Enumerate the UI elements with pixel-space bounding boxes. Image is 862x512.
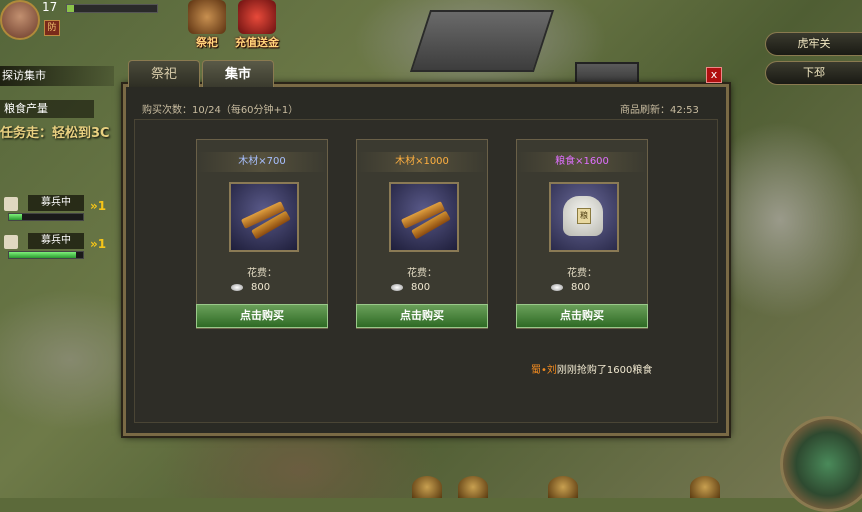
player-level: 17 bbox=[42, 0, 58, 14]
cost-value: 800 bbox=[251, 282, 271, 293]
buy-button[interactable]: 点击购买 bbox=[516, 304, 648, 328]
recruit-progress-bar bbox=[8, 251, 84, 259]
location-button-hulao[interactable]: 虎牢关 bbox=[765, 32, 862, 56]
silver-icon bbox=[231, 283, 243, 291]
cost-label: 花费： bbox=[247, 268, 277, 279]
item-cost: 800 bbox=[391, 282, 430, 293]
coin-icon[interactable] bbox=[412, 476, 442, 498]
item-cost: 800 bbox=[551, 282, 590, 293]
recharge-gift-label: 充值送金 bbox=[235, 36, 279, 49]
experience-bar bbox=[66, 4, 158, 13]
tab-sacrifice[interactable]: 祭祀 bbox=[128, 60, 200, 87]
grain-sack-icon[interactable]: 粮 bbox=[549, 182, 619, 252]
speed-up-count: 1 bbox=[97, 237, 107, 251]
cost-label: 花费： bbox=[567, 268, 597, 279]
news-player: 蜀•刘 bbox=[531, 365, 557, 376]
item-name: 粮食×1600 bbox=[517, 152, 647, 172]
armor-icon[interactable] bbox=[690, 476, 720, 498]
production-label[interactable]: 粮食产量 bbox=[0, 100, 94, 118]
speed-up-arrow[interactable]: »1 bbox=[90, 199, 106, 213]
purchase-count: 购买次数：10/24（每60分钟+1） bbox=[142, 105, 299, 116]
close-button[interactable]: x bbox=[706, 67, 722, 83]
recharge-gift-button[interactable]: 充值送金 bbox=[234, 0, 280, 50]
cost-value: 800 bbox=[571, 282, 591, 293]
purchase-news: 蜀•刘刚刚抢购了1600粮食 bbox=[531, 361, 652, 376]
location-button-xiapi[interactable]: 下邳 bbox=[765, 61, 862, 85]
castle-icon[interactable] bbox=[548, 476, 578, 498]
recruit-status: 募兵中 bbox=[28, 195, 84, 211]
cost-value: 800 bbox=[411, 282, 431, 293]
item-name: 木材×1000 bbox=[357, 152, 487, 172]
status-badge: 防 bbox=[44, 20, 60, 36]
scroll-icon bbox=[4, 235, 18, 249]
market-item-card: 木材×700 花费： 800 点击购买 bbox=[196, 139, 328, 329]
buy-button[interactable]: 点击购买 bbox=[356, 304, 488, 328]
player-avatar[interactable] bbox=[0, 0, 40, 40]
helmet-icon[interactable] bbox=[458, 476, 488, 498]
wood-icon[interactable] bbox=[229, 182, 299, 252]
quest-label: 探访集市 bbox=[2, 69, 46, 82]
sacrifice-label: 祭祀 bbox=[196, 36, 218, 49]
quest-tracker[interactable]: 探访集市 bbox=[0, 66, 114, 86]
item-name: 木材×700 bbox=[197, 152, 327, 172]
gift-box-icon bbox=[238, 0, 276, 34]
buy-button[interactable]: 点击购买 bbox=[196, 304, 328, 328]
cauldron-icon bbox=[188, 0, 226, 34]
city-fortress[interactable] bbox=[409, 10, 555, 72]
silver-icon bbox=[391, 283, 403, 291]
cost-label: 花费： bbox=[407, 268, 437, 279]
sacrifice-button[interactable]: 祭祀 bbox=[184, 0, 230, 50]
item-cost: 800 bbox=[231, 282, 270, 293]
market-item-card: 粮食×1600 粮 花费： 800 点击购买 bbox=[516, 139, 648, 329]
market-item-card: 木材×1000 花费： 800 点击购买 bbox=[356, 139, 488, 329]
quest-text[interactable]: 任务走：轻松到3C bbox=[0, 122, 110, 141]
refresh-timer: 商品刷新：42:53 bbox=[620, 105, 699, 116]
recruit-queue-item[interactable]: 募兵中 »1 bbox=[4, 233, 114, 261]
tab-market[interactable]: 集市 bbox=[202, 60, 274, 87]
speed-up-arrow[interactable]: »1 bbox=[90, 237, 106, 251]
recruit-status: 募兵中 bbox=[28, 233, 84, 249]
scroll-icon bbox=[4, 197, 18, 211]
speed-up-count: 1 bbox=[97, 199, 107, 213]
recruit-progress-bar bbox=[8, 213, 84, 221]
silver-icon bbox=[551, 283, 563, 291]
news-text: 刚刚抢购了1600粮食 bbox=[556, 365, 653, 376]
wood-icon[interactable] bbox=[389, 182, 459, 252]
recruit-queue-item[interactable]: 募兵中 »1 bbox=[4, 195, 114, 223]
